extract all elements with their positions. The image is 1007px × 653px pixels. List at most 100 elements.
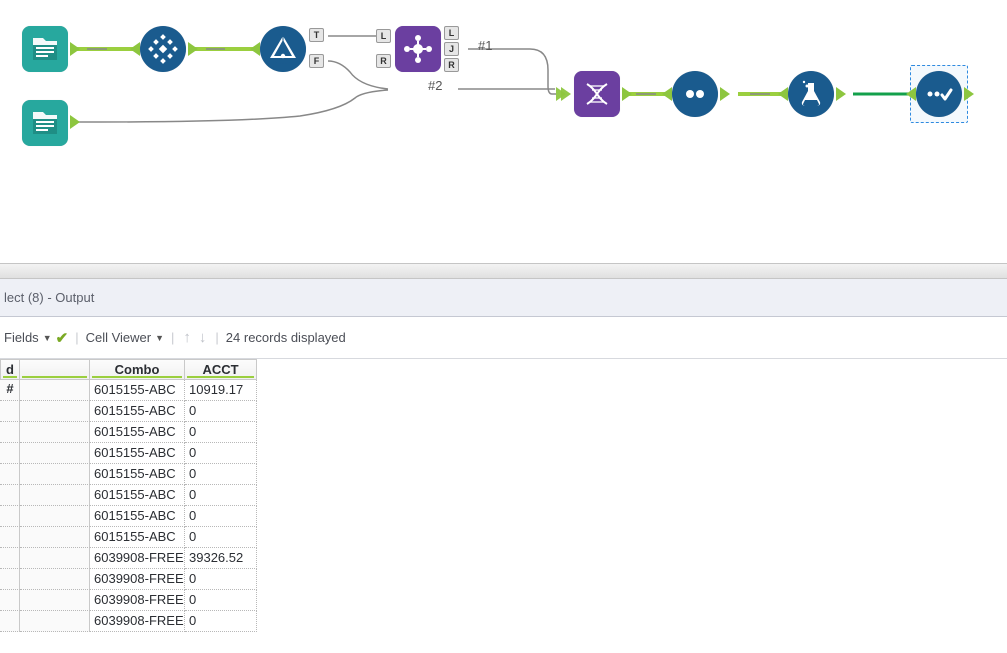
table-row[interactable]: 6015155-ABC0 xyxy=(0,422,260,443)
table-cell[interactable] xyxy=(20,401,90,422)
table-cell[interactable] xyxy=(0,569,20,590)
fields-dropdown-label: Fields xyxy=(4,330,39,345)
table-cell[interactable]: 6015155-ABC xyxy=(90,464,185,485)
cell-viewer-dropdown[interactable]: Cell Viewer ▼ xyxy=(86,330,164,345)
formula-tool[interactable] xyxy=(788,71,834,117)
join-left-out-port[interactable]: L xyxy=(444,26,459,40)
results-panel-header: lect (8) - Output xyxy=(0,279,1007,317)
table-cell[interactable] xyxy=(0,401,20,422)
table-cell[interactable] xyxy=(20,464,90,485)
move-down-button[interactable]: ↓ xyxy=(197,329,209,346)
table-row[interactable]: 6015155-ABC0 xyxy=(0,506,260,527)
grid-header-row: d # Combo ACCT xyxy=(0,359,260,380)
table-cell[interactable]: 6015155-ABC xyxy=(90,443,185,464)
grid-header-cell[interactable]: Combo xyxy=(90,359,185,380)
table-cell[interactable]: 0 xyxy=(185,569,257,590)
table-cell[interactable]: 6039908-FREE xyxy=(90,548,185,569)
table-cell[interactable] xyxy=(20,527,90,548)
grid-header-cell[interactable]: ACCT xyxy=(185,359,257,380)
results-toolbar: Fields ▼ ✔ | Cell Viewer ▼ | ↑ ↓ | 24 re… xyxy=(0,317,1007,359)
table-cell[interactable] xyxy=(0,443,20,464)
table-cell[interactable]: 0 xyxy=(185,422,257,443)
table-cell[interactable] xyxy=(20,380,90,401)
table-row[interactable]: 6015155-ABC0 xyxy=(0,464,260,485)
table-cell[interactable]: 6039908-FREE xyxy=(90,590,185,611)
table-row[interactable]: 6039908-FREE0 xyxy=(0,590,260,611)
table-cell[interactable]: 0 xyxy=(185,464,257,485)
table-cell[interactable] xyxy=(20,506,90,527)
table-cell[interactable] xyxy=(0,611,20,632)
select-records-tool[interactable] xyxy=(916,71,962,117)
union-in-port[interactable] xyxy=(556,87,570,101)
table-cell[interactable] xyxy=(20,569,90,590)
append-tool[interactable] xyxy=(574,71,620,117)
workflow-canvas[interactable]: T F L R L J R #1 #2 xyxy=(0,0,1007,263)
fields-dropdown[interactable]: Fields ▼ xyxy=(4,330,52,345)
table-cell[interactable] xyxy=(0,506,20,527)
table-cell[interactable] xyxy=(0,422,20,443)
table-cell[interactable] xyxy=(0,527,20,548)
move-up-button[interactable]: ↑ xyxy=(181,329,193,346)
table-row[interactable]: 6015155-ABC0 xyxy=(0,443,260,464)
results-grid[interactable]: d # Combo ACCT 6015155-ABC10919.17601515… xyxy=(0,359,260,632)
table-row[interactable]: 6039908-FREE39326.52 xyxy=(0,548,260,569)
table-cell[interactable] xyxy=(20,590,90,611)
table-cell[interactable]: 0 xyxy=(185,401,257,422)
table-cell[interactable] xyxy=(0,548,20,569)
table-cell[interactable]: 10919.17 xyxy=(185,380,257,401)
table-cell[interactable]: 39326.52 xyxy=(185,548,257,569)
join-tool[interactable] xyxy=(395,26,441,72)
table-cell[interactable] xyxy=(0,485,20,506)
table-cell[interactable]: 6015155-ABC xyxy=(90,422,185,443)
table-cell[interactable] xyxy=(20,443,90,464)
table-cell[interactable]: 6015155-ABC xyxy=(90,527,185,548)
toolbar-separator: | xyxy=(72,330,81,345)
table-cell[interactable]: 0 xyxy=(185,527,257,548)
results-panel-title: lect (8) - Output xyxy=(4,290,94,305)
join-right-in-port[interactable]: R xyxy=(376,54,391,68)
table-cell[interactable] xyxy=(0,590,20,611)
table-cell[interactable]: 6039908-FREE xyxy=(90,611,185,632)
table-cell[interactable]: 0 xyxy=(185,590,257,611)
input-tool-2[interactable] xyxy=(22,100,68,146)
input-tool-1[interactable] xyxy=(22,26,68,72)
records-count-label: 24 records displayed xyxy=(226,330,346,345)
select-tool[interactable] xyxy=(140,26,186,72)
apply-check-icon[interactable]: ✔ xyxy=(56,329,69,347)
table-cell[interactable]: 6015155-ABC xyxy=(90,506,185,527)
table-cell[interactable]: 6015155-ABC xyxy=(90,485,185,506)
join-right-out-port[interactable]: R xyxy=(444,58,459,72)
table-row[interactable]: 6015155-ABC0 xyxy=(0,485,260,506)
filter-true-port[interactable]: T xyxy=(309,28,324,42)
multi-row-tool[interactable] xyxy=(672,71,718,117)
table-cell[interactable]: 0 xyxy=(185,506,257,527)
table-row[interactable]: 6039908-FREE0 xyxy=(0,569,260,590)
table-cell[interactable] xyxy=(20,611,90,632)
toolbar-separator: | xyxy=(212,330,221,345)
table-cell[interactable] xyxy=(20,422,90,443)
filter-false-port[interactable]: F xyxy=(309,54,324,68)
table-cell[interactable] xyxy=(20,548,90,569)
connection-label-2: #2 xyxy=(428,78,442,93)
table-cell[interactable]: 0 xyxy=(185,485,257,506)
grid-header-cell[interactable]: d # xyxy=(0,359,20,380)
toolbar-separator: | xyxy=(168,330,177,345)
cell-viewer-label: Cell Viewer xyxy=(86,330,152,345)
filter-tool[interactable] xyxy=(260,26,306,72)
join-join-out-port[interactable]: J xyxy=(444,42,459,56)
table-cell[interactable] xyxy=(0,464,20,485)
table-cell[interactable]: 0 xyxy=(185,443,257,464)
table-cell[interactable]: 0 xyxy=(185,611,257,632)
table-row[interactable]: 6015155-ABC10919.17 xyxy=(0,380,260,401)
table-row[interactable]: 6039908-FREE0 xyxy=(0,611,260,632)
table-cell[interactable]: 6039908-FREE xyxy=(90,569,185,590)
panel-splitter[interactable] xyxy=(0,263,1007,279)
table-cell[interactable]: 6015155-ABC xyxy=(90,401,185,422)
grid-header-cell[interactable] xyxy=(20,359,90,380)
join-left-in-port[interactable]: L xyxy=(376,29,391,43)
table-cell[interactable]: 6015155-ABC xyxy=(90,380,185,401)
connection-label-1: #1 xyxy=(478,38,492,53)
table-row[interactable]: 6015155-ABC0 xyxy=(0,401,260,422)
table-row[interactable]: 6015155-ABC0 xyxy=(0,527,260,548)
table-cell[interactable] xyxy=(20,485,90,506)
